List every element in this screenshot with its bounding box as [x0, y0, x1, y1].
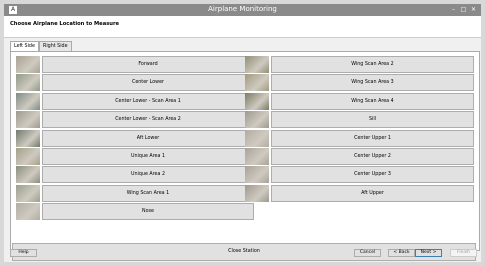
- location-thumbnail: [245, 148, 269, 165]
- location-thumbnail: [16, 184, 40, 202]
- wizard-body: Left Side Right Side Forward Center Lower…: [4, 38, 481, 262]
- page-header: Choose Airplane Location to Measure: [4, 16, 481, 38]
- location-button[interactable]: Unique Area 2: [42, 166, 254, 184]
- location-button[interactable]: Aft Lower: [42, 129, 254, 147]
- right-location-row: Center Upper 3: [245, 166, 474, 184]
- location-thumbnail: [16, 74, 40, 92]
- location-button[interactable]: Center Lower: [42, 74, 254, 92]
- location-button[interactable]: Sill: [271, 111, 474, 129]
- left-location-row: Wing Scan Area 1: [16, 184, 254, 202]
- location-button[interactable]: Unique Area 1: [42, 148, 254, 165]
- window-title: Airplane Monitoring: [208, 5, 277, 13]
- location-thumbnail: [16, 129, 40, 147]
- app-window: A Airplane Monitoring – □ ✕ Choose Airpl…: [0, 0, 485, 266]
- location-thumbnail: [16, 56, 40, 73]
- close-window-button[interactable]: ✕: [470, 6, 477, 13]
- location-button[interactable]: Center Lower - Scan Area 1: [42, 92, 254, 110]
- location-thumbnail: [245, 184, 269, 202]
- location-button[interactable]: Center Upper 1: [271, 129, 474, 147]
- back-button[interactable]: < Back: [388, 249, 415, 257]
- location-button[interactable]: Center Upper 3: [271, 166, 474, 184]
- left-location-row: Aft Lower: [16, 129, 254, 147]
- right-location-row: Wing Scan Area 4: [245, 92, 474, 110]
- next-button[interactable]: Next >: [415, 249, 442, 257]
- location-thumbnail: [16, 148, 40, 165]
- help-button[interactable]: Help: [10, 249, 37, 257]
- location-button[interactable]: Aft Upper: [271, 184, 474, 202]
- location-thumbnail: [16, 111, 40, 129]
- left-location-row: Center Lower: [16, 74, 254, 92]
- right-location-row: Wing Scan Area 3: [245, 74, 474, 92]
- maximize-button[interactable]: □: [460, 6, 467, 13]
- tab-right-side[interactable]: Right Side: [39, 41, 72, 51]
- left-location-row: Nose: [16, 203, 254, 221]
- location-thumbnail: [245, 74, 269, 92]
- location-thumbnail: [245, 166, 269, 184]
- location-thumbnail: [245, 56, 269, 73]
- minimize-button[interactable]: –: [450, 6, 457, 13]
- location-button[interactable]: Nose: [42, 203, 254, 221]
- right-location-row: Center Upper 1: [245, 129, 474, 147]
- location-button[interactable]: Forward: [42, 56, 254, 73]
- left-location-row: Forward: [16, 56, 254, 73]
- location-button[interactable]: Wing Scan Area 3: [271, 74, 474, 92]
- left-location-row: Center Lower - Scan Area 2: [16, 111, 254, 129]
- left-location-row: Unique Area 1: [16, 148, 254, 165]
- finish-button[interactable]: Finish: [450, 249, 477, 257]
- location-button[interactable]: Center Upper 2: [271, 148, 474, 165]
- location-button[interactable]: Wing Scan Area 2: [271, 56, 474, 73]
- location-button[interactable]: Center Lower - Scan Area 2: [42, 111, 254, 129]
- location-thumbnail: [16, 92, 40, 110]
- location-thumbnail: [245, 92, 269, 110]
- location-thumbnail: [16, 166, 40, 184]
- right-location-row: Center Upper 2: [245, 148, 474, 165]
- left-location-row: Unique Area 2: [16, 166, 254, 184]
- location-thumbnail: [245, 129, 269, 147]
- page-title: Choose Airplane Location to Measure: [10, 21, 120, 27]
- title-bar: A Airplane Monitoring – □ ✕: [4, 4, 481, 16]
- right-location-row: Wing Scan Area 2: [245, 56, 474, 73]
- right-location-row: Aft Upper: [245, 184, 474, 202]
- location-button[interactable]: Wing Scan Area 1: [42, 184, 254, 202]
- location-button[interactable]: Wing Scan Area 4: [271, 92, 474, 110]
- right-location-row: Sill: [245, 111, 474, 129]
- client-area: Choose Airplane Location to Measure Left…: [4, 16, 481, 262]
- left-location-row: Center Lower - Scan Area 1: [16, 92, 254, 110]
- cancel-button[interactable]: Cancel: [354, 249, 381, 257]
- location-thumbnail: [16, 203, 40, 221]
- location-thumbnail: [245, 111, 269, 129]
